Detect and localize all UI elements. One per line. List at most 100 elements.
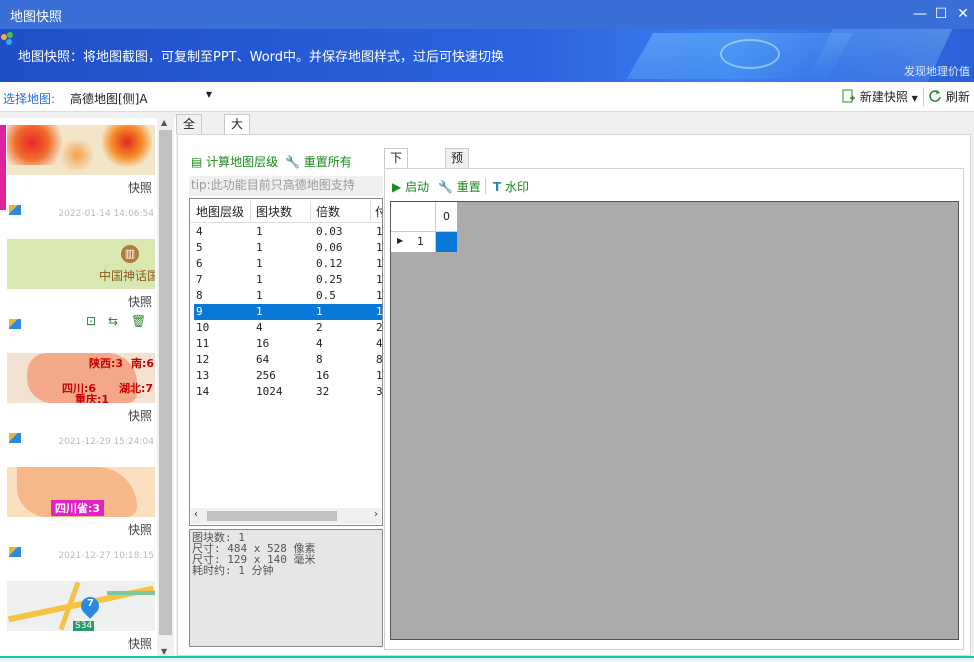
- snapshot-list-scrollbar[interactable]: ▲ ▼: [157, 118, 174, 658]
- snapshot-item[interactable]: 快照 ✎ 2022-01-14 14:06:54: [0, 125, 156, 225]
- compute-levels-label: 计算地图层级: [206, 155, 279, 169]
- table-cell: 8: [376, 353, 383, 366]
- snapshot-thumbnail[interactable]: ▥ 中国神话国: [7, 239, 155, 289]
- table-cell: 1024: [256, 385, 283, 398]
- table-cell: 5: [196, 241, 203, 254]
- table-row[interactable]: 8 1 0.5 1: [194, 288, 383, 304]
- table-row[interactable]: 7 1 0.25 1: [194, 272, 382, 288]
- table-cell: 1: [376, 289, 383, 302]
- reset-all-button[interactable]: 🔧 重置所有: [285, 153, 352, 170]
- table-cell: 4: [376, 337, 383, 350]
- table-row[interactable]: 12 64 8 8: [194, 352, 383, 368]
- download-progress-grid[interactable]: 0 ▶ 1: [390, 201, 959, 640]
- start-button[interactable]: ▶ 启动: [392, 178, 429, 195]
- maximize-button[interactable]: ☐: [931, 4, 951, 24]
- column-header[interactable]: 图块数: [256, 203, 292, 220]
- table-cell: 32: [316, 385, 330, 398]
- minimize-button[interactable]: —: [910, 4, 930, 24]
- table-row[interactable]: 5 1 0.06 1: [194, 240, 382, 256]
- snapshot-thumbnail[interactable]: 陕西:3 南:6 四川:6 湖北:7 重庆:1: [7, 353, 155, 403]
- tab-download-progress[interactable]: 下载进度: [384, 148, 409, 222]
- snapshot-thumbnail[interactable]: 四川省:3: [7, 467, 155, 517]
- table-row[interactable]: 11 16 4 4: [194, 336, 383, 352]
- tab-large-map[interactable]: 大图: [224, 114, 251, 150]
- delete-icon[interactable]: 🗑: [131, 314, 146, 328]
- column-divider: [250, 201, 251, 221]
- column-header[interactable]: 0: [436, 202, 457, 232]
- place-name: 中国神话国: [99, 269, 155, 283]
- column-header[interactable]: 付: [375, 203, 382, 220]
- map-select[interactable]: 高德地图[侧]A ▼: [66, 87, 216, 107]
- column-header[interactable]: 倍数: [316, 203, 340, 220]
- column-divider: [370, 201, 371, 221]
- banner-description: 地图快照：将地图截图，可复制至PPT、Word中。并保存地图样式，过后可快速切换: [18, 50, 505, 65]
- window-title: 地图快照: [10, 10, 63, 25]
- map-type-icon: [9, 319, 21, 329]
- scroll-right-icon[interactable]: ›: [374, 509, 378, 520]
- table-row[interactable]: 13 256 16 1: [194, 368, 382, 384]
- table-row[interactable]: 6 1 0.12 1: [194, 256, 382, 272]
- layer-table-hscrollbar[interactable]: ‹ ›: [191, 508, 381, 524]
- chevron-down-icon[interactable]: ▼: [206, 90, 212, 99]
- table-cell: 0.25: [316, 273, 343, 286]
- layer-table-header: 地图层级 图块数 倍数 付: [190, 199, 382, 223]
- refresh-button[interactable]: 刷新: [928, 88, 970, 106]
- column-header[interactable]: 地图层级: [196, 203, 244, 220]
- snapshot-thumbnail[interactable]: [7, 125, 155, 175]
- compute-levels-button[interactable]: ▤ 计算地图层级: [191, 153, 278, 170]
- brand-slogan: 发现地理价值: [904, 65, 970, 78]
- grid-corner: [391, 202, 436, 232]
- map-type-icon: [9, 205, 21, 215]
- snapshot-item[interactable]: 7 S34 快照 ✎: [0, 581, 156, 658]
- layer-table[interactable]: 地图层级 图块数 倍数 付 410.031510.061610.121710.2…: [189, 198, 383, 526]
- tab-preview[interactable]: 预览: [445, 148, 470, 184]
- edit-icon[interactable]: ✎: [143, 636, 152, 649]
- snapshot-item[interactable]: 陕西:3 南:6 四川:6 湖北:7 重庆:1 快照 ✎ 2021-12-29 …: [0, 353, 156, 453]
- table-cell: 3: [376, 385, 383, 398]
- scroll-up-icon[interactable]: ▲: [161, 118, 167, 127]
- preview-icon[interactable]: ⊡: [86, 314, 96, 328]
- table-row[interactable]: 14 1024 32 3: [194, 384, 383, 400]
- scroll-left-icon[interactable]: ‹: [194, 509, 198, 520]
- banner: 地图快照：将地图截图，可复制至PPT、Word中。并保存地图样式，过后可快速切换…: [0, 29, 974, 82]
- new-file-icon: [842, 89, 855, 103]
- dropdown-arrow-icon[interactable]: ▼: [912, 94, 918, 103]
- scroll-down-icon[interactable]: ▼: [161, 647, 167, 656]
- edit-icon[interactable]: ✎: [143, 294, 152, 307]
- table-cell: 4: [256, 321, 263, 334]
- reset-button[interactable]: 🔧 重置: [438, 178, 481, 195]
- snapshot-item[interactable]: ▥ 中国神话国 快照 ✎ ⊡ ⇆ 🗑: [0, 239, 156, 349]
- edit-icon[interactable]: ✎: [143, 180, 152, 193]
- swap-icon[interactable]: ⇆: [108, 314, 118, 328]
- table-cell: 0.12: [316, 257, 343, 270]
- table-cell: 12: [196, 353, 210, 366]
- list-icon: ▤: [191, 155, 203, 169]
- watermark-button[interactable]: T 水印: [493, 178, 529, 195]
- tile-info: 图块数: 1 尺寸: 484 x 528 像素 尺寸: 129 x 140 毫米…: [189, 529, 383, 647]
- edit-icon[interactable]: ✎: [143, 408, 152, 421]
- table-cell: 0.06: [316, 241, 343, 254]
- table-cell: 1: [376, 225, 383, 238]
- region-label: 四川省:3: [51, 500, 105, 516]
- scrollbar-thumb[interactable]: [207, 511, 337, 521]
- selected-marker: [0, 125, 6, 210]
- table-row[interactable]: 4 1 0.03 1: [194, 224, 383, 240]
- progress-cell[interactable]: [436, 232, 457, 252]
- new-snapshot-button[interactable]: 新建快照 ▼: [842, 88, 918, 106]
- table-cell: 6: [196, 257, 203, 270]
- row-header[interactable]: ▶ 1: [391, 232, 436, 252]
- tab-full-map[interactable]: 全图: [176, 114, 203, 150]
- close-button[interactable]: ✕: [953, 4, 973, 24]
- table-cell: 13: [196, 369, 210, 382]
- table-cell: 0.03: [316, 225, 343, 238]
- table-row[interactable]: 9 1 1 1: [194, 304, 382, 320]
- scrollbar-thumb[interactable]: [159, 130, 172, 635]
- table-cell: 1: [256, 241, 263, 254]
- edit-icon[interactable]: ✎: [143, 522, 152, 535]
- snapshot-item[interactable]: 四川省:3 快照 ✎ 2021-12-27 10:18:15: [0, 467, 156, 567]
- snapshot-list[interactable]: 快照 ✎ 2022-01-14 14:06:54 ▥ 中国神话国 快照 ✎ ⊡ …: [0, 118, 176, 658]
- snapshot-thumbnail[interactable]: 7 S34: [7, 581, 155, 631]
- table-cell: 10: [196, 321, 210, 334]
- table-row[interactable]: 10 4 2 2: [194, 320, 382, 336]
- table-cell: 9: [196, 305, 203, 318]
